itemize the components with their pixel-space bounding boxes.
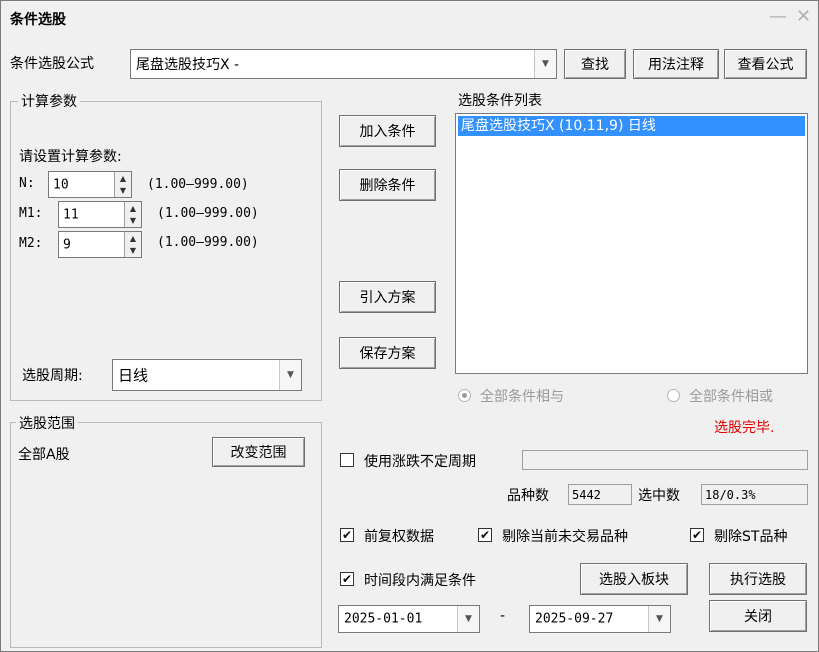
checkmark-icon: ✔ (341, 572, 353, 586)
formula-label: 条件选股公式 (10, 56, 94, 72)
spin-down-icon[interactable]: ▼ (124, 244, 141, 257)
forward-adjust-label: 前复权数据 (364, 529, 434, 545)
count-field: 5442 (568, 484, 632, 505)
spin-down-icon[interactable]: ▼ (124, 214, 141, 227)
period-value: 日线 (118, 366, 149, 385)
exclude-st-checkbox[interactable]: ✔ (690, 528, 704, 542)
execute-screening-button[interactable]: 执行选股 (709, 563, 807, 595)
checkmark-icon: ✔ (479, 528, 491, 542)
scope-group-title: 选股范围 (16, 413, 78, 433)
view-formula-button[interactable]: 查看公式 (724, 49, 807, 79)
close-icon[interactable]: ✕ (796, 6, 811, 27)
start-date-value: 2025-01-01 (344, 611, 423, 627)
period-label: 选股周期: (22, 368, 83, 384)
and-label: 全部条件相与 (480, 389, 564, 405)
chevron-down-icon[interactable]: ▼ (457, 606, 479, 632)
param-n-range: (1.00—999.00) (147, 177, 249, 192)
param-n-label: N: (19, 176, 35, 191)
forward-adjust-checkbox[interactable]: ✔ (340, 528, 354, 542)
spin-down-icon[interactable]: ▼ (114, 184, 131, 197)
find-button[interactable]: 查找 (564, 49, 626, 79)
end-date-value: 2025-09-27 (535, 611, 614, 627)
selected-value: 18/0.3% (705, 487, 756, 502)
params-prompt: 请设置计算参数: (19, 149, 122, 165)
spin-up-icon[interactable]: ▲ (114, 172, 131, 185)
usage-notes-button[interactable]: 用法注释 (633, 49, 719, 79)
param-m1-label: M1: (19, 206, 43, 221)
formula-select[interactable]: 尾盘选股技巧X - ▼ (130, 49, 557, 79)
time-range-label: 时间段内满足条件 (364, 573, 476, 589)
chevron-down-icon[interactable]: ▼ (648, 606, 670, 632)
conditions-list-label: 选股条件列表 (458, 93, 542, 109)
or-label: 全部条件相或 (689, 389, 773, 405)
delete-condition-button[interactable]: 删除条件 (339, 169, 436, 201)
variable-period-label: 使用涨跌不定周期 (364, 454, 476, 470)
checkmark-icon: ✔ (341, 528, 353, 542)
param-m2-spinner[interactable]: 9 ▲ ▼ (58, 231, 142, 258)
selected-label: 选中数 (638, 488, 680, 504)
end-date-picker[interactable]: 2025-09-27 ▼ (529, 605, 671, 633)
param-m1-range: (1.00—999.00) (157, 206, 259, 221)
exclude-untraded-checkbox[interactable]: ✔ (478, 528, 492, 542)
date-separator: - (500, 608, 506, 624)
param-m1-value: 11 (63, 207, 79, 222)
stock-screener-window: 条件选股 — ✕ 条件选股公式 尾盘选股技巧X - ▼ 查找 用法注释 查看公式… (0, 0, 819, 652)
param-m1-spinner[interactable]: 11 ▲ ▼ (58, 201, 142, 228)
time-range-checkbox[interactable]: ✔ (340, 572, 354, 586)
param-n-value: 10 (53, 177, 69, 192)
and-radio[interactable] (458, 389, 471, 402)
params-group-title: 计算参数 (18, 91, 80, 111)
chevron-down-icon[interactable]: ▼ (279, 360, 301, 390)
variable-period-checkbox[interactable] (340, 453, 354, 467)
conditions-list[interactable]: 尾盘选股技巧X (10,11,9) 日线 (455, 113, 808, 374)
status-text: 选股完毕. (714, 420, 775, 436)
selected-field: 18/0.3% (701, 484, 808, 505)
minimize-icon[interactable]: — (769, 6, 787, 27)
title-bar: 条件选股 — ✕ (1, 1, 818, 35)
count-label: 品种数 (507, 488, 549, 504)
chevron-down-icon[interactable]: ▼ (534, 50, 556, 78)
exclude-st-label: 剔除ST品种 (714, 529, 788, 545)
add-to-block-button[interactable]: 选股入板块 (580, 563, 688, 595)
change-scope-button[interactable]: 改变范围 (212, 437, 305, 467)
list-item[interactable]: 尾盘选股技巧X (10,11,9) 日线 (458, 116, 805, 136)
save-scheme-button[interactable]: 保存方案 (339, 337, 436, 369)
formula-value: 尾盘选股技巧X - (136, 57, 240, 73)
window-title: 条件选股 (10, 12, 66, 28)
start-date-picker[interactable]: 2025-01-01 ▼ (338, 605, 480, 633)
period-select[interactable]: 日线 ▼ (112, 359, 302, 391)
param-m2-range: (1.00—999.00) (157, 235, 259, 250)
spin-up-icon[interactable]: ▲ (124, 232, 141, 245)
exclude-untraded-label: 剔除当前未交易品种 (502, 529, 628, 545)
add-condition-button[interactable]: 加入条件 (339, 115, 436, 147)
count-value: 5442 (572, 487, 601, 502)
close-button[interactable]: 关闭 (709, 600, 807, 632)
scope-value: 全部A股 (18, 447, 70, 463)
import-scheme-button[interactable]: 引入方案 (339, 281, 436, 313)
param-m2-value: 9 (63, 237, 71, 252)
variable-period-progress (522, 450, 808, 470)
param-m2-label: M2: (19, 236, 43, 251)
spin-up-icon[interactable]: ▲ (124, 202, 141, 215)
param-n-spinner[interactable]: 10 ▲ ▼ (48, 171, 132, 198)
checkmark-icon: ✔ (691, 528, 703, 542)
or-radio[interactable] (667, 389, 680, 402)
